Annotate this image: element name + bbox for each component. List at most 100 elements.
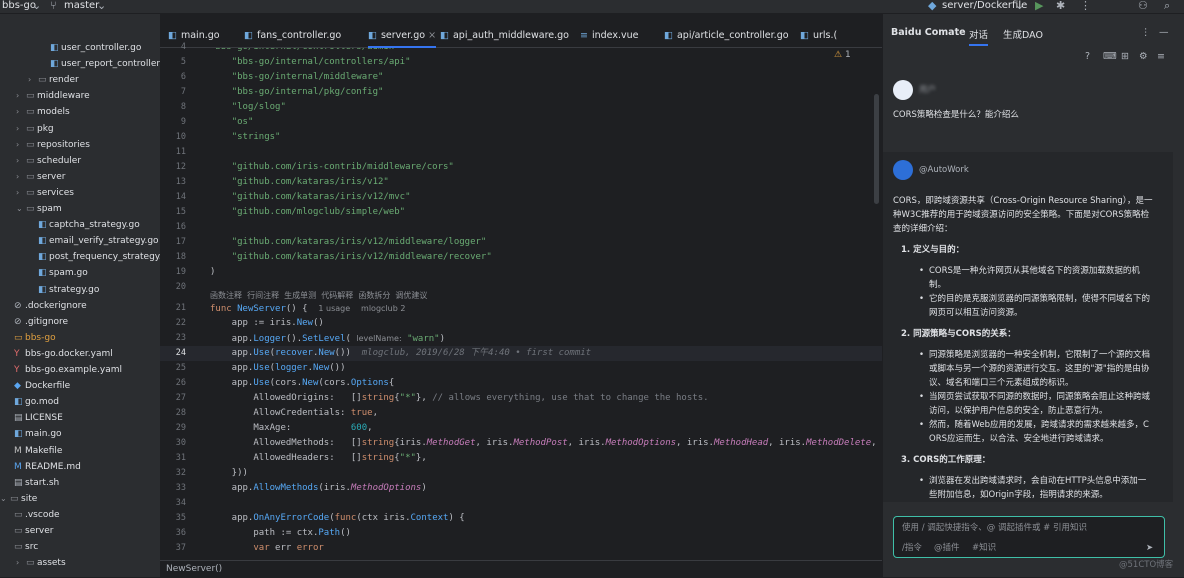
send-icon[interactable]: ➤ — [1146, 541, 1153, 555]
tree-item[interactable]: › ▭ repositories — [16, 137, 90, 153]
line-number: 18 — [175, 252, 186, 262]
line-number: 19 — [175, 267, 186, 277]
tree-item-label: models — [37, 107, 70, 118]
chevron-down-icon[interactable]: ⌄ — [32, 0, 41, 12]
tree-item[interactable]: › ▭ pkg — [16, 121, 54, 137]
more-icon[interactable]: ⋮ — [1141, 27, 1151, 38]
tree-arrow-icon[interactable]: › — [16, 555, 26, 571]
tree-item[interactable]: ◧ captcha_strategy.go — [28, 217, 140, 233]
tree-item[interactable]: › ▭ middleware — [16, 88, 90, 104]
tree-item[interactable]: ⌄ ▭ spam — [16, 201, 62, 217]
tab-chat[interactable]: 对话 — [969, 27, 989, 46]
tree-item[interactable]: › ▭ services — [16, 185, 74, 201]
tree-item-label: bbs-go.docker.yaml — [25, 348, 113, 359]
code-area[interactable]: "bbs-go/internal/controllers/admin" "bbs… — [210, 48, 882, 560]
more-icon[interactable]: ⋮ — [1080, 0, 1091, 12]
tree-item[interactable]: ⊘ .gitignore — [4, 314, 68, 330]
tree-item[interactable]: ◧ strategy.go — [28, 282, 99, 298]
folder-icon: ▭ — [26, 155, 35, 166]
tree-arrow-icon[interactable]: › — [16, 88, 26, 104]
tree-item[interactable]: › ▭ assets — [16, 555, 66, 571]
tree-arrow-icon[interactable]: › — [16, 104, 26, 120]
tree-item[interactable]: ◧ user_controller.go — [40, 40, 141, 56]
branch-name[interactable]: master — [64, 0, 99, 12]
editor-tab[interactable]: ◧ api_auth_middleware.go — [440, 24, 569, 48]
tree-item[interactable]: ◆ Dockerfile — [4, 378, 70, 394]
search-icon[interactable]: ⌕ — [1164, 0, 1170, 12]
project-name[interactable]: bbs-go — [2, 0, 36, 12]
tree-item[interactable]: Ybbs-go.example.yaml — [4, 362, 122, 378]
tree-arrow-icon[interactable]: › — [16, 185, 26, 201]
line-number: 11 — [175, 147, 186, 157]
tree-item[interactable]: ▤ LICENSE — [4, 410, 63, 426]
chevron-down-icon[interactable]: ⌄ — [97, 0, 106, 12]
warning-icon[interactable]: ⚠ 1 — [834, 50, 851, 60]
tree-item[interactable]: Ybbs-go.docker.yaml — [4, 346, 113, 362]
tree-item[interactable]: ⊘ .dockerignore — [4, 298, 87, 314]
answer-text: CORS，即跨域资源共享（Cross-Origin Resource Shari… — [893, 196, 1153, 206]
run-icon[interactable]: ▶ — [1035, 0, 1043, 12]
tree-item[interactable]: ▭ .vscode — [4, 507, 60, 523]
file-icon: ◧ — [50, 43, 59, 53]
tree-item[interactable]: ▭ src — [4, 539, 38, 555]
add-user-icon[interactable]: ⚇ — [1138, 0, 1148, 12]
menu-icon[interactable]: ≡ — [1157, 51, 1165, 62]
editor-tab[interactable]: ◧ fans_controller.go — [244, 24, 341, 48]
chat-history-icon[interactable]: ⌨ — [1103, 51, 1117, 62]
tree-item-label: captcha_strategy.go — [49, 220, 140, 231]
chip-knowledge[interactable]: #知识 — [972, 541, 996, 555]
chevron-down-icon[interactable]: ⌄ — [1015, 0, 1024, 12]
chip-plugin[interactable]: @插件 — [934, 541, 960, 555]
editor-tab[interactable]: ≡ index.vue — [580, 24, 638, 48]
tree-item[interactable]: ◧ go.mod — [4, 394, 59, 410]
tree-arrow-icon[interactable]: › — [16, 153, 26, 169]
tree-item[interactable]: ◧ main.go — [4, 426, 62, 442]
minimize-icon[interactable]: — — [1159, 27, 1169, 38]
tree-item[interactable]: ◧user_report_controller.go — [40, 56, 160, 72]
tree-item[interactable]: ▭ server — [4, 523, 54, 539]
help-icon[interactable]: ? — [1085, 51, 1090, 62]
tree-item[interactable]: ▭ bbs-go — [4, 330, 56, 346]
plugin-icon[interactable]: ⊞ — [1121, 51, 1129, 62]
file-icon: ≡ — [580, 30, 588, 41]
editor-scrollbar[interactable] — [874, 94, 879, 204]
editor-tab[interactable]: ◧ server.go × — [368, 24, 437, 48]
tree-item[interactable]: ◧ email_verify_strategy.go — [28, 233, 159, 249]
usages-hint[interactable]: 1 usage — [318, 304, 350, 313]
tree-item[interactable]: › ▭ server — [16, 169, 66, 185]
tab-label: server.go — [380, 30, 426, 41]
tree-arrow-icon[interactable]: › — [16, 169, 26, 185]
tree-item[interactable]: › ▭ models — [16, 104, 70, 120]
tree-item[interactable]: › ▭ render — [28, 72, 79, 88]
chip-command[interactable]: /指令 — [902, 541, 922, 555]
tree-item-label: user_report_controller.go — [61, 59, 160, 70]
tree-arrow-icon[interactable]: › — [16, 121, 26, 137]
tree-item-label: spam — [37, 204, 62, 214]
line-number: 5 — [180, 57, 186, 67]
tree-arrow-icon[interactable]: ⌄ — [0, 491, 10, 507]
author-hint[interactable]: mlogclub 2 — [361, 304, 405, 313]
chat-input[interactable]: 使用 / 调起快捷指令、@ 调起插件或 # 引用知识 /指令 @插件 #知识 ➤ — [893, 516, 1165, 558]
editor-tab[interactable]: ◧ urls.( — [800, 24, 837, 48]
debug-icon[interactable]: ✱ — [1056, 0, 1065, 12]
tree-item[interactable]: M README.md — [4, 459, 81, 475]
editor-tab[interactable]: ◧ api/article_controller.go — [664, 24, 789, 48]
tree-item[interactable]: ▤ start.sh — [4, 475, 59, 491]
tree-arrow-icon[interactable]: › — [16, 137, 26, 153]
gear-icon[interactable]: ⚙ — [1139, 51, 1148, 62]
file-icon: M — [14, 461, 22, 472]
tree-arrow-icon[interactable]: › — [28, 72, 38, 88]
bullet-text: 议、域名和端口三个元素组成的标识。 — [929, 378, 1074, 388]
tree-item[interactable]: ◧post_frequency_strategy.go — [28, 249, 160, 265]
close-icon[interactable]: × — [425, 30, 436, 41]
tree-item[interactable]: ◧ spam.go — [28, 265, 88, 281]
folder-icon: ▭ — [26, 171, 35, 182]
tab-generate-dao[interactable]: 生成DAO — [1003, 27, 1043, 41]
tree-item[interactable]: › ▭ scheduler — [16, 153, 81, 169]
status-breadcrumb[interactable]: NewServer() — [160, 560, 882, 577]
tree-item[interactable]: M Makefile — [4, 443, 62, 459]
tree-item[interactable]: ⌄ ▭ site — [0, 491, 37, 507]
tree-arrow-icon[interactable]: ⌄ — [16, 201, 26, 217]
folder-icon: ▭ — [26, 204, 35, 214]
folder-icon: ▭ — [26, 558, 35, 569]
